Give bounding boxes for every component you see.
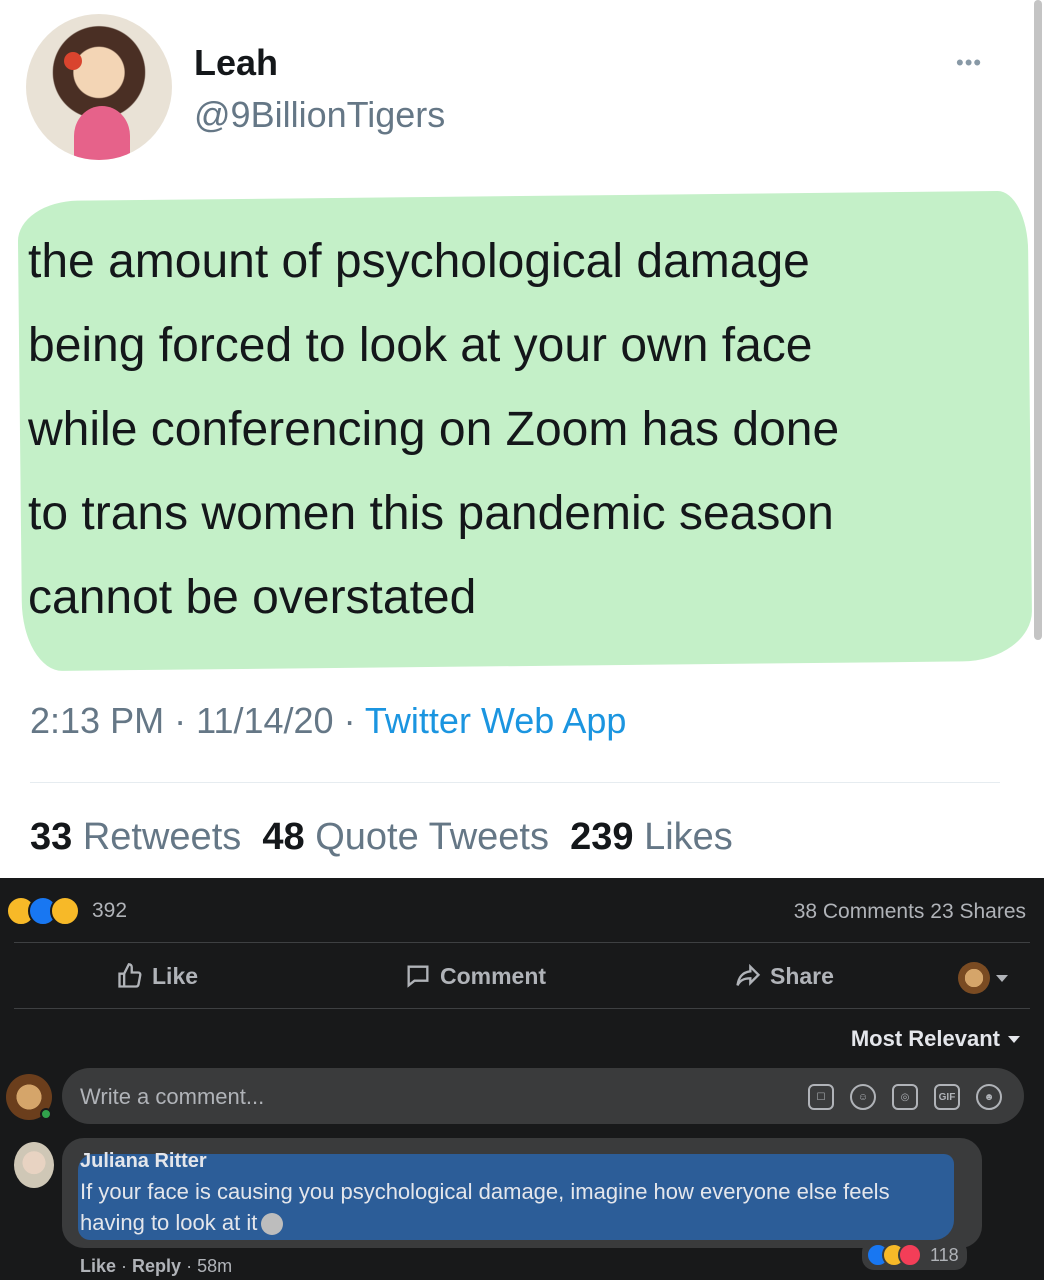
post-as-selector[interactable] — [958, 962, 1008, 994]
comment-reply-link[interactable]: Reply — [132, 1256, 181, 1276]
avatar-dress — [74, 106, 130, 160]
comment-bubble-icon — [407, 965, 429, 988]
camera-icon[interactable]: ◎ — [892, 1084, 918, 1110]
emoji-icon — [261, 1213, 284, 1236]
thumbs-up-icon — [118, 963, 142, 988]
profile-avatar[interactable] — [26, 14, 172, 160]
reaction-count: 392 — [92, 899, 128, 922]
comment-button[interactable]: Comment — [404, 962, 546, 990]
facebook-post-footer: 392 38 Comments 23 Shares Like Comment S… — [0, 878, 1044, 1280]
like-button[interactable]: Like — [116, 962, 198, 990]
tweet-text-line: to trans women this pandemic season — [28, 487, 834, 540]
tweet-stats: 33 Retweets 48 Quote Tweets 239 Likes — [30, 816, 733, 859]
retweets-stat[interactable]: 33 Retweets — [30, 816, 241, 858]
divider — [14, 1008, 1030, 1009]
chevron-down-icon — [996, 974, 1008, 982]
comments-shares: 38 Comments 23 Shares — [794, 900, 1026, 924]
comment-like-link[interactable]: Like — [80, 1256, 116, 1276]
separator-dot: · — [174, 700, 197, 741]
tweet-time[interactable]: 2:13 PM — [30, 700, 164, 741]
quote-tweets-stat[interactable]: 48 Quote Tweets — [262, 816, 549, 858]
emoji-icon[interactable]: ☺ — [850, 1084, 876, 1110]
scrollbar[interactable] — [1034, 0, 1042, 640]
separator-dot: · — [121, 1256, 133, 1276]
sort-comments-dropdown[interactable]: Most Relevant — [851, 1026, 1020, 1052]
comment-label: Comment — [440, 962, 547, 989]
like-label: Like — [152, 962, 199, 989]
tweet-text-line: being forced to look at your own face — [28, 319, 813, 372]
separator-dot: · — [343, 700, 365, 741]
commenter-name[interactable]: Juliana Ritter — [80, 1150, 207, 1173]
share-label: Share — [770, 962, 834, 989]
likes-stat[interactable]: 239 Likes — [570, 816, 733, 858]
retweets-count: 33 — [30, 816, 73, 858]
comment-age[interactable]: 58m — [197, 1256, 232, 1276]
likes-count: 239 — [570, 816, 634, 858]
tweet-text: the amount of psychological damage being… — [28, 220, 1028, 640]
comment-body: If your face is causing you psychologica… — [80, 1179, 890, 1235]
comment-reactions[interactable]: 118 — [862, 1240, 967, 1270]
share-arrow-icon — [736, 963, 761, 986]
likes-label: Likes — [644, 816, 733, 858]
sticker-face-icon[interactable]: ☻ — [976, 1084, 1002, 1110]
sort-label: Most Relevant — [850, 1026, 1000, 1051]
quote-count: 48 — [262, 816, 305, 858]
tweet-text-line: the amount of psychological damage — [28, 235, 810, 288]
divider — [14, 942, 1030, 943]
comment-text: If your face is causing you psychologica… — [80, 1176, 960, 1238]
online-status-dot — [40, 1108, 52, 1120]
quote-label: Quote Tweets — [315, 816, 549, 858]
tweet-text-line: while conferencing on Zoom has done — [28, 403, 840, 456]
more-options-icon[interactable]: ••• — [956, 50, 982, 76]
divider — [30, 782, 1000, 783]
tweet-date[interactable]: 11/14/20 — [196, 700, 333, 741]
commenter-avatar[interactable] — [14, 1142, 54, 1188]
comment-input-tools: ☐ ☺ ◎ GIF ☻ — [808, 1084, 1002, 1110]
comment-actions: Like · Reply · 58m — [80, 1256, 232, 1277]
comment-reaction-count: 118 — [930, 1244, 959, 1265]
shares-count-link[interactable]: 23 Shares — [930, 900, 1026, 923]
tweet-meta: 2:13 PM · 11/14/20 · Twitter Web App — [30, 700, 626, 742]
love-reaction-icon — [898, 1243, 922, 1267]
comments-count-link[interactable]: 38 Comments — [794, 900, 925, 923]
reactions-summary[interactable]: 392 — [6, 896, 127, 926]
retweets-label: Retweets — [82, 816, 242, 858]
gif-icon[interactable]: GIF — [934, 1084, 960, 1110]
tweet-card: Leah @9BillionTigers ••• the amount of p… — [0, 0, 1044, 878]
tweet-text-line: cannot be overstated — [28, 571, 477, 624]
user-handle[interactable]: @9BillionTigers — [194, 94, 445, 136]
user-avatar — [958, 962, 990, 994]
sticker-icon[interactable]: ☐ — [808, 1084, 834, 1110]
tweet-source[interactable]: Twitter Web App — [365, 700, 626, 741]
chevron-down-icon — [1008, 1035, 1020, 1043]
avatar-flower — [64, 52, 82, 70]
share-button[interactable]: Share — [734, 962, 834, 990]
sad-reaction-icon — [50, 896, 80, 926]
separator-dot: · — [186, 1256, 198, 1276]
display-name[interactable]: Leah — [194, 42, 278, 84]
